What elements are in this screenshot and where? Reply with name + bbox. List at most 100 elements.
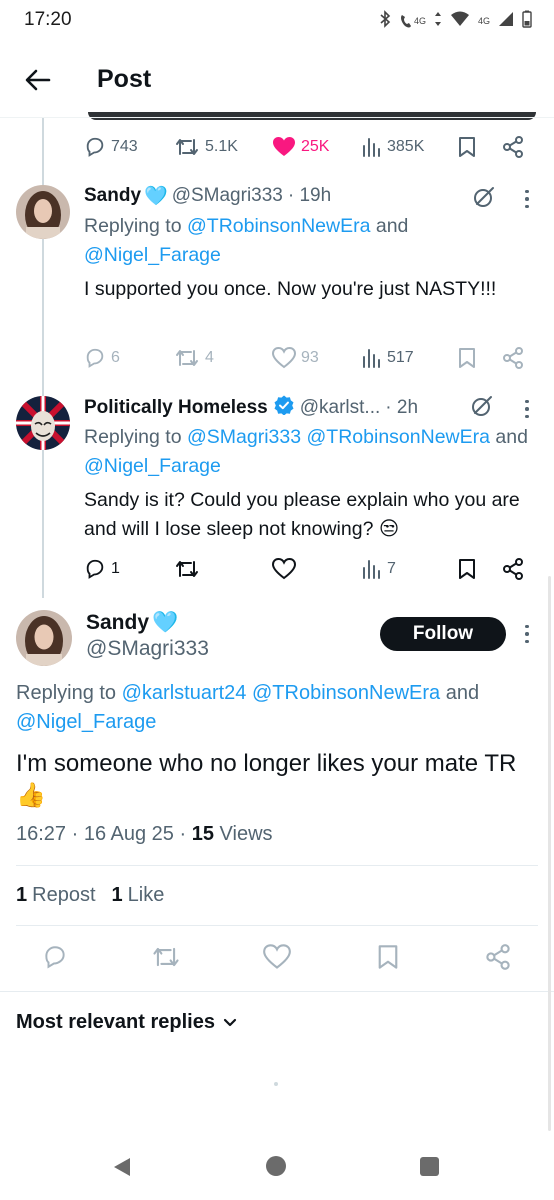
like-count: 25K bbox=[301, 138, 330, 155]
reply-icon bbox=[86, 137, 104, 157]
like-icon bbox=[263, 944, 291, 969]
nav-home-button[interactable] bbox=[266, 1156, 286, 1176]
repost-button[interactable]: 4 bbox=[174, 347, 214, 369]
share-button[interactable] bbox=[502, 136, 524, 158]
mention-link[interactable]: @Nigel_Farage bbox=[84, 455, 221, 477]
reply-button[interactable] bbox=[42, 944, 68, 975]
engagement-counts: 1 Repost 1 Like bbox=[16, 884, 164, 907]
replying-to: Replying to @karlstuart24 @TRobinsonNewE… bbox=[16, 682, 480, 733]
status-icons: 4G 4G bbox=[379, 10, 532, 31]
repost-icon bbox=[176, 561, 198, 577]
divider bbox=[16, 865, 538, 866]
nav-recents-button[interactable] bbox=[420, 1157, 439, 1176]
reply-count: 6 bbox=[111, 349, 120, 366]
likes-stat[interactable]: 1 Like bbox=[112, 884, 165, 907]
more-icon[interactable] bbox=[519, 621, 535, 647]
repost-button[interactable]: 5.1K bbox=[174, 136, 238, 158]
author-handle[interactable]: @SMagri333 bbox=[86, 637, 209, 661]
mention-link[interactable]: @karlstuart24 bbox=[122, 682, 247, 704]
views-button[interactable]: 385K bbox=[362, 136, 424, 158]
author-handle[interactable]: @karlst... bbox=[300, 397, 381, 419]
author-handle[interactable]: @SMagri333 bbox=[172, 185, 283, 207]
nav-back-button[interactable] bbox=[112, 1156, 132, 1183]
views-label: Views bbox=[219, 823, 273, 845]
battery-icon bbox=[522, 10, 532, 31]
author-name[interactable]: Sandy 🩵 bbox=[86, 611, 182, 635]
follow-button[interactable]: Follow bbox=[380, 617, 506, 651]
header-divider bbox=[0, 117, 554, 118]
like-button[interactable] bbox=[272, 558, 296, 580]
post-text: Sandy is it? Could you please explain wh… bbox=[84, 489, 520, 540]
reply-button[interactable]: 1 bbox=[84, 558, 120, 580]
call-4g-icon: 4G bbox=[399, 13, 426, 29]
like-button[interactable]: 93 bbox=[272, 347, 319, 369]
mention-link[interactable]: @SMagri333 bbox=[187, 426, 301, 448]
like-icon bbox=[272, 558, 296, 580]
share-button[interactable] bbox=[502, 347, 524, 369]
reply-button[interactable]: 743 bbox=[84, 136, 138, 158]
system-nav-bar bbox=[0, 1132, 554, 1200]
avatar[interactable] bbox=[16, 610, 72, 666]
grok-icon bbox=[472, 396, 492, 416]
post-meta: 16:27 · 16 Aug 25 · 15 Views bbox=[16, 823, 273, 846]
avatar[interactable] bbox=[16, 396, 70, 450]
mention-link[interactable]: @TRobinsonNewEra bbox=[307, 426, 490, 448]
repost-count: 4 bbox=[205, 349, 214, 366]
network-type: 4G bbox=[477, 15, 490, 26]
reply-count: 743 bbox=[111, 138, 138, 155]
post-text: I'm someone who no longer likes your mat… bbox=[16, 750, 517, 809]
like-count: 93 bbox=[301, 349, 319, 366]
share-button[interactable] bbox=[502, 558, 524, 580]
views-icon bbox=[363, 560, 380, 579]
bookmark-icon bbox=[459, 348, 475, 368]
like-icon bbox=[272, 347, 296, 369]
repost-icon bbox=[176, 350, 198, 366]
views-button[interactable]: 517 bbox=[362, 347, 414, 369]
mention-link[interactable]: @TRobinsonNewEra bbox=[252, 682, 440, 704]
like-button[interactable]: 25K bbox=[272, 136, 329, 158]
reply-actions: 6 4 93 517 bbox=[84, 344, 534, 372]
repost-button[interactable] bbox=[151, 944, 181, 975]
bookmark-button[interactable] bbox=[458, 347, 476, 369]
reply-icon bbox=[86, 559, 104, 579]
views-button[interactable]: 7 bbox=[362, 558, 396, 580]
bookmark-button[interactable] bbox=[377, 944, 399, 975]
reply-button[interactable]: 6 bbox=[84, 347, 120, 369]
grok-button[interactable] bbox=[470, 394, 496, 420]
post-time: · 19h bbox=[287, 185, 332, 206]
top-app-bar: Post bbox=[0, 50, 554, 112]
loading-indicator bbox=[274, 1082, 278, 1086]
mention-link[interactable]: @Nigel_Farage bbox=[84, 244, 221, 266]
repost-button[interactable] bbox=[174, 558, 200, 580]
sort-replies-dropdown[interactable]: Most relevant replies bbox=[16, 1011, 237, 1034]
scrollbar[interactable] bbox=[548, 576, 551, 1131]
bookmark-icon bbox=[378, 945, 398, 969]
grok-button[interactable] bbox=[472, 185, 498, 211]
mention-link[interactable]: @TRobinsonNewEra bbox=[187, 215, 370, 237]
more-icon[interactable] bbox=[519, 186, 535, 212]
divider bbox=[16, 925, 538, 926]
back-button[interactable] bbox=[22, 64, 54, 96]
reposts-stat[interactable]: 1 Repost bbox=[16, 884, 96, 907]
status-time: 17:20 bbox=[24, 9, 72, 30]
main-post-actions bbox=[0, 944, 554, 974]
share-button[interactable] bbox=[485, 944, 511, 975]
bookmark-button[interactable] bbox=[458, 558, 476, 580]
reply-icon bbox=[45, 946, 65, 969]
bluetooth-icon bbox=[379, 10, 391, 31]
mention-link[interactable]: @Nigel_Farage bbox=[16, 711, 156, 733]
triangle-back-icon bbox=[114, 1158, 130, 1176]
parent-post-media[interactable] bbox=[88, 112, 536, 120]
signal-icon bbox=[498, 11, 514, 30]
more-icon[interactable] bbox=[519, 396, 535, 422]
bookmark-button[interactable] bbox=[458, 136, 476, 158]
avatar[interactable] bbox=[16, 185, 70, 239]
reply-header: Sandy 🩵 @SMagri333 · 19h bbox=[84, 184, 331, 208]
reply-header: Politically Homeless @karlst... · 2h bbox=[84, 395, 418, 421]
repost-icon bbox=[176, 139, 198, 155]
like-button[interactable] bbox=[263, 944, 291, 975]
author-name[interactable]: Politically Homeless bbox=[84, 397, 268, 419]
author-name[interactable]: Sandy bbox=[84, 185, 141, 207]
views-icon bbox=[363, 138, 380, 157]
views-count: 15 bbox=[191, 823, 214, 845]
